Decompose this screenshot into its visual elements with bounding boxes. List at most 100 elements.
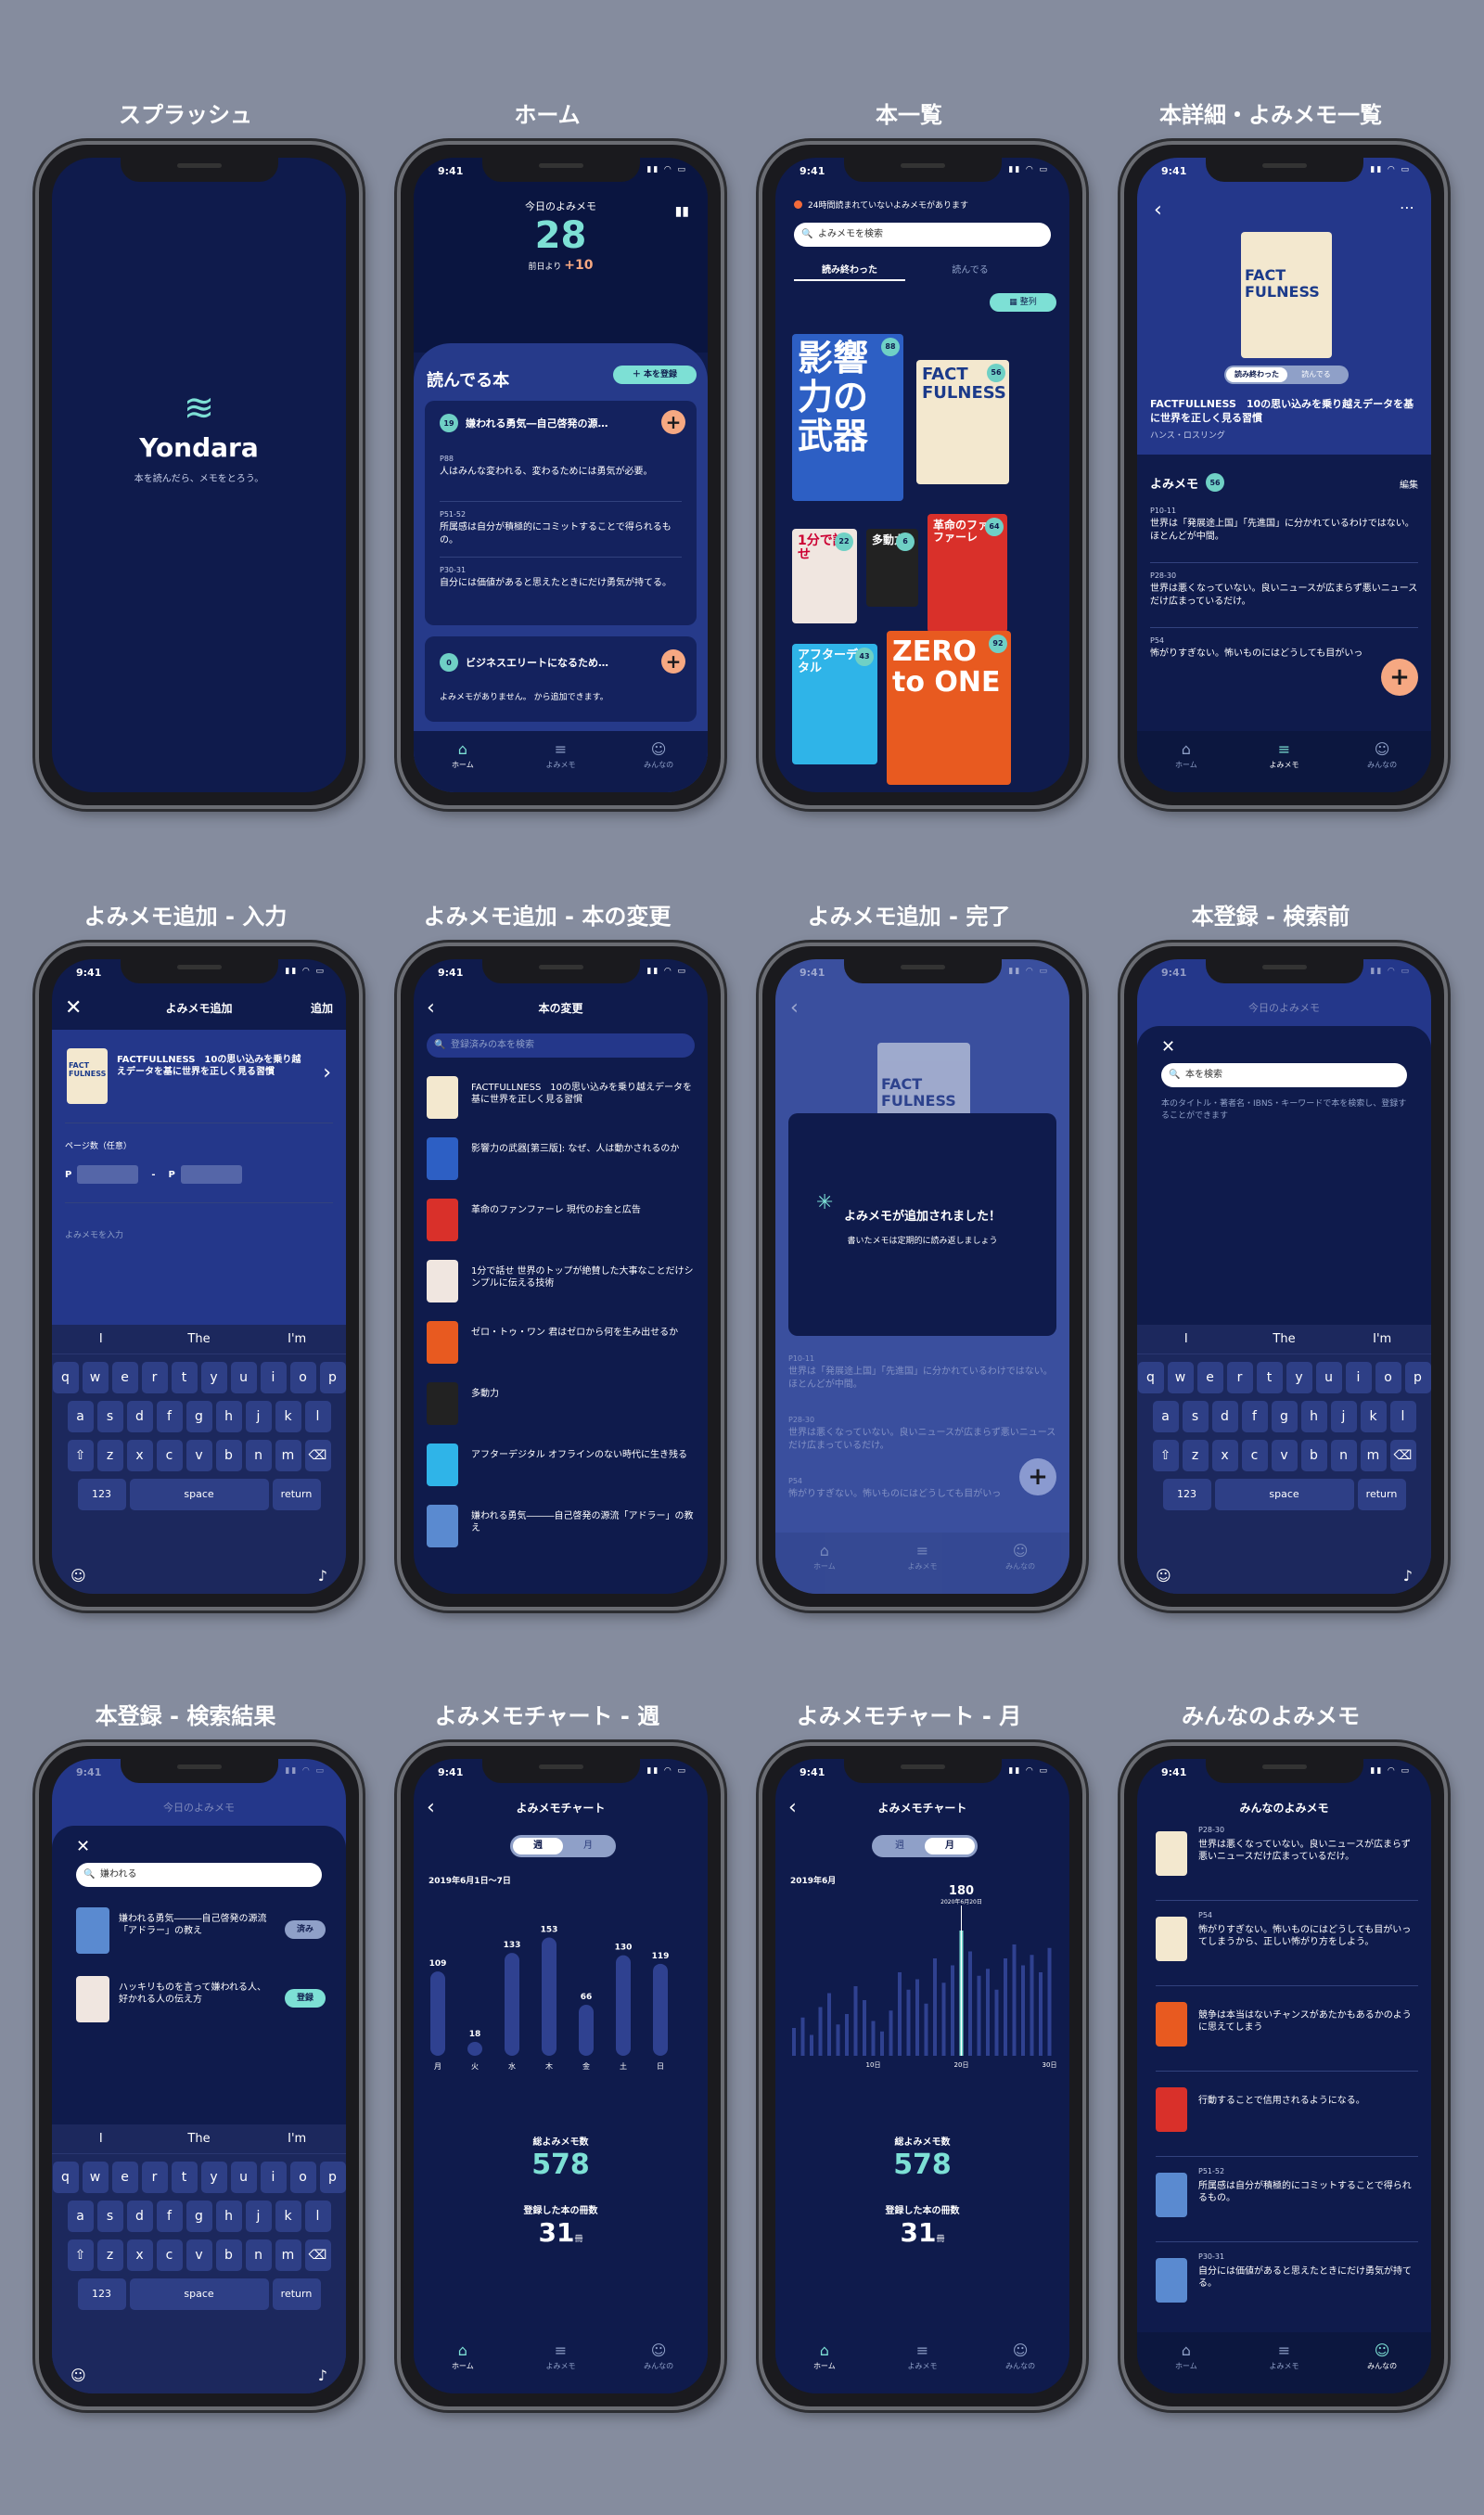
key[interactable]: d: [126, 1401, 153, 1432]
key[interactable]: j: [1330, 1401, 1357, 1432]
emoji-icon[interactable]: ☺: [70, 1567, 86, 1585]
notice-text[interactable]: 24時間読まれていないよみメモがあります: [808, 199, 968, 211]
suggestion[interactable]: The: [150, 2124, 249, 2153]
chart-icon[interactable]: ▮▮: [675, 204, 689, 219]
key[interactable]: i: [260, 1362, 287, 1393]
key[interactable]: g: [1271, 1401, 1298, 1432]
key[interactable]: r: [1226, 1362, 1253, 1393]
key[interactable]: x: [126, 2239, 153, 2271]
suggestion[interactable]: I: [52, 2124, 150, 2153]
book-tile[interactable]: FACT FULNESS 56: [916, 360, 1009, 484]
shift-key[interactable]: ⇧: [67, 1440, 94, 1471]
key[interactable]: z: [1182, 1440, 1209, 1471]
tab-memo[interactable]: ≡ よみメモ: [532, 740, 588, 792]
book-tile[interactable]: 影響力の武器 88: [792, 334, 903, 501]
key[interactable]: e: [1196, 1362, 1223, 1393]
key[interactable]: t: [1256, 1362, 1283, 1393]
numbers-key[interactable]: 123: [77, 1479, 126, 1510]
book-row[interactable]: 多動力: [427, 1379, 695, 1429]
key[interactable]: n: [245, 1440, 272, 1471]
key[interactable]: i: [260, 2162, 287, 2193]
book-card-1[interactable]: 19 嫌われる勇気―自己啓発の源… + P88 人はみんな変われる、変わるためには勇…: [425, 401, 697, 625]
submit-add-button[interactable]: 追加: [311, 1000, 333, 1016]
tab-home[interactable]: ⌂ ホーム: [435, 2342, 491, 2393]
book-tile[interactable]: アフターデジタル 43: [792, 644, 877, 764]
segment-month[interactable]: 月: [925, 1838, 975, 1854]
key[interactable]: e: [111, 2162, 138, 2193]
page-to-input[interactable]: [180, 1165, 242, 1184]
key[interactable]: x: [1211, 1440, 1238, 1471]
delete-key[interactable]: ⌫: [304, 1440, 331, 1471]
book-tile[interactable]: ZERO to ONE 92: [887, 631, 1011, 785]
key[interactable]: s: [96, 1401, 123, 1432]
key[interactable]: w: [1167, 1362, 1194, 1393]
key[interactable]: q: [1137, 1362, 1164, 1393]
key[interactable]: b: [215, 1440, 242, 1471]
key[interactable]: y: [1286, 1362, 1312, 1393]
key[interactable]: p: [319, 1362, 346, 1393]
key[interactable]: y: [200, 1362, 227, 1393]
key[interactable]: j: [245, 1401, 272, 1432]
key[interactable]: k: [1360, 1401, 1387, 1432]
memo-text[interactable]: 怖がりすぎない。怖いものにはどうしても目がいってしまうから、正しい怖がり方をしよ…: [1198, 1924, 1418, 1948]
book-search-input[interactable]: 登録済みの本を検索: [427, 1033, 695, 1058]
tab-home[interactable]: ⌂ ホーム: [797, 2342, 852, 2393]
key[interactable]: h: [1300, 1401, 1327, 1432]
memo-text[interactable]: 競争は本当はないチャンスがあたかもあるかのように思えてしまう: [1198, 2009, 1418, 2034]
tab-home[interactable]: ⌂ ホーム: [1158, 2342, 1214, 2393]
key[interactable]: f: [1241, 1401, 1268, 1432]
key[interactable]: v: [186, 2239, 212, 2271]
key[interactable]: c: [1241, 1440, 1268, 1471]
emoji-icon[interactable]: ☺: [70, 2367, 86, 2384]
tab-everyone[interactable]: ☺ みんなの: [1354, 2342, 1410, 2393]
tab-home[interactable]: ⌂ ホーム: [1158, 740, 1214, 792]
key[interactable]: f: [156, 2201, 183, 2232]
suggestion[interactable]: I: [1137, 1325, 1235, 1354]
back-icon[interactable]: ‹: [427, 996, 435, 1020]
book-row[interactable]: FACTFULLNESS 10の思い込みを乗り越えデータを基に世界を正しく見る習…: [427, 1072, 695, 1123]
tab-everyone[interactable]: ☺ みんなの: [631, 740, 686, 792]
return-key[interactable]: return: [272, 2278, 321, 2310]
key[interactable]: p: [319, 2162, 346, 2193]
tab-reading[interactable]: 読んでる: [915, 262, 1026, 279]
key[interactable]: m: [1360, 1440, 1387, 1471]
segment-month[interactable]: 月: [563, 1838, 613, 1854]
memo-text[interactable]: 自分には価値があると思えたときにだけ勇気が持てる。: [1198, 2265, 1418, 2290]
key[interactable]: q: [52, 2162, 79, 2193]
return-key[interactable]: return: [272, 1479, 321, 1510]
key[interactable]: h: [215, 1401, 242, 1432]
key[interactable]: w: [82, 2162, 109, 2193]
emoji-icon[interactable]: ☺: [1156, 1567, 1171, 1585]
chevron-right-icon[interactable]: ›: [323, 1061, 331, 1084]
key[interactable]: o: [1375, 1362, 1401, 1393]
key[interactable]: u: [1315, 1362, 1342, 1393]
segment-week[interactable]: 週: [875, 1838, 925, 1854]
key[interactable]: g: [186, 1401, 212, 1432]
key[interactable]: y: [200, 2162, 227, 2193]
key[interactable]: f: [156, 1401, 183, 1432]
key[interactable]: c: [156, 1440, 183, 1471]
suggestion[interactable]: The: [150, 1325, 249, 1354]
segment-week[interactable]: 週: [513, 1838, 563, 1854]
add-book-button[interactable]: ＋ 本を登録: [613, 366, 697, 384]
close-icon[interactable]: ✕: [76, 1837, 90, 1856]
close-icon[interactable]: ✕: [65, 996, 82, 1020]
key[interactable]: l: [304, 2201, 331, 2232]
add-memo-button[interactable]: +: [661, 410, 685, 434]
memo-textarea[interactable]: よみメモを入力: [65, 1228, 123, 1240]
key[interactable]: d: [1211, 1401, 1238, 1432]
suggestion[interactable]: I'm: [1333, 1325, 1431, 1354]
key[interactable]: k: [275, 2201, 301, 2232]
edit-button[interactable]: 編集: [1400, 477, 1418, 491]
mic-icon[interactable]: ♪: [318, 1567, 327, 1585]
mic-icon[interactable]: ♪: [1403, 1567, 1413, 1585]
key[interactable]: z: [96, 2239, 123, 2271]
page-from-input[interactable]: [77, 1165, 139, 1184]
key[interactable]: l: [1389, 1401, 1416, 1432]
key[interactable]: h: [215, 2201, 242, 2232]
selected-book-title[interactable]: FACTFULLNESS 10の思い込みを乗り越えデータを基に世界を正しく見る習…: [117, 1054, 305, 1078]
key[interactable]: r: [141, 2162, 168, 2193]
segment-finished[interactable]: 読み終わった: [1226, 367, 1287, 382]
tab-memo[interactable]: ≡ よみメモ: [1256, 2342, 1311, 2393]
more-icon[interactable]: ⋯: [1400, 199, 1414, 216]
